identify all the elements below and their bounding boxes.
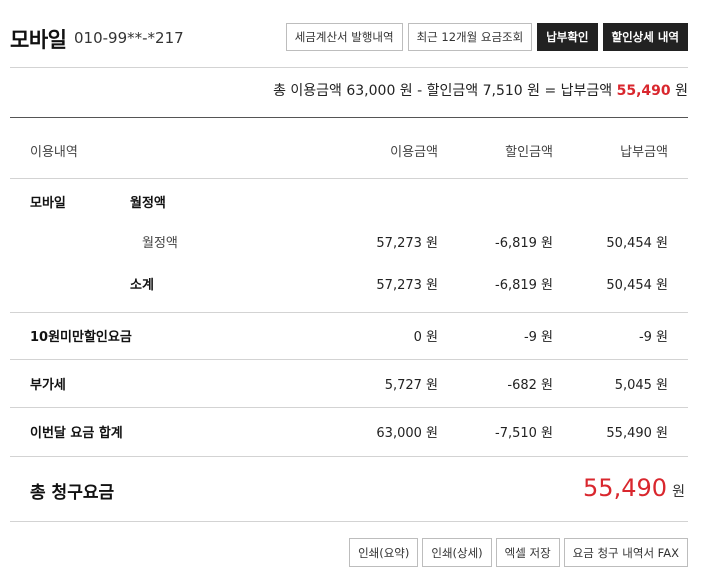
page-header: 모바일 010-99**-*217 세금계산서 발행내역 최근 12개월 요금조… [10, 20, 688, 56]
row-divider [10, 359, 688, 360]
payment-confirm-button[interactable]: 납부확인 [537, 23, 598, 51]
detail-label: 월정액 [142, 236, 178, 251]
subtotal-payment: 50,454 원 [606, 278, 668, 293]
summary-unit: 원 [670, 83, 688, 99]
row-divider [10, 456, 688, 457]
mobile-subcategory: 월정액 [130, 196, 166, 211]
total-divider [10, 521, 688, 522]
subtotal-discount: -6,819 원 [495, 278, 553, 293]
table-divider [10, 178, 688, 179]
discount-detail-button[interactable]: 할인상세 내역 [602, 23, 688, 51]
detail-discount: -6,819 원 [495, 236, 553, 251]
row-label: 이번달 요금 합계 [30, 426, 123, 441]
row-divider [10, 407, 688, 408]
detail-usage: 57,273 원 [376, 236, 438, 251]
total-billing-amount: 55,490 [583, 474, 668, 502]
tax-invoice-history-button[interactable]: 세금계산서 발행내역 [285, 23, 403, 51]
summary-pay-amount: 55,490 [616, 83, 671, 99]
header-item: 이용내역 [30, 145, 78, 160]
excel-save-button[interactable]: 엑셀 저장 [495, 538, 560, 567]
summary-divider [10, 117, 688, 118]
row-payment: -9 원 [638, 330, 668, 345]
row-usage: 0 원 [413, 330, 438, 345]
total-billing-unit: 원 [672, 484, 685, 500]
footer-button-group: 인쇄(요약) 인쇄(상세) 엑셀 저장 요금 청구 내역서 FAX [349, 538, 688, 567]
row-discount: -682 원 [507, 378, 553, 393]
subtotal-label: 소계 [130, 278, 154, 293]
row-usage: 5,727 원 [384, 378, 438, 393]
header-divider [10, 67, 688, 68]
total-billing-label: 총 청구요금 [30, 483, 115, 503]
row-payment: 5,045 원 [614, 378, 668, 393]
row-discount: -9 원 [523, 330, 553, 345]
bill-summary: 총 이용금액 63,000 원 - 할인금액 7,510 원 = 납부금액 55… [273, 80, 688, 100]
row-usage: 63,000 원 [376, 426, 438, 441]
header-usage: 이용금액 [390, 145, 438, 160]
header-discount: 할인금액 [505, 145, 553, 160]
summary-text: 총 이용금액 63,000 원 - 할인금액 7,510 원 = 납부금액 [273, 83, 617, 99]
row-label: 부가세 [30, 378, 66, 393]
print-detail-button[interactable]: 인쇄(상세) [422, 538, 492, 567]
page-title: 모바일 [10, 28, 67, 52]
header-button-group: 세금계산서 발행내역 최근 12개월 요금조회 납부확인 할인상세 내역 [285, 23, 688, 51]
fax-statement-button[interactable]: 요금 청구 내역서 FAX [563, 538, 688, 567]
header-payment: 납부금액 [620, 145, 668, 160]
row-discount: -7,510 원 [495, 426, 553, 441]
row-payment: 55,490 원 [606, 426, 668, 441]
row-divider [10, 312, 688, 313]
recent-12-months-button[interactable]: 최근 12개월 요금조회 [407, 23, 533, 51]
phone-number: 010-99**-*217 [74, 29, 184, 47]
detail-payment: 50,454 원 [606, 236, 668, 251]
mobile-category: 모바일 [30, 196, 66, 211]
subtotal-usage: 57,273 원 [376, 278, 438, 293]
print-summary-button[interactable]: 인쇄(요약) [349, 538, 419, 567]
total-billing-value: 55,490 원 [583, 474, 685, 502]
row-label: 10원미만할인요금 [30, 330, 132, 345]
